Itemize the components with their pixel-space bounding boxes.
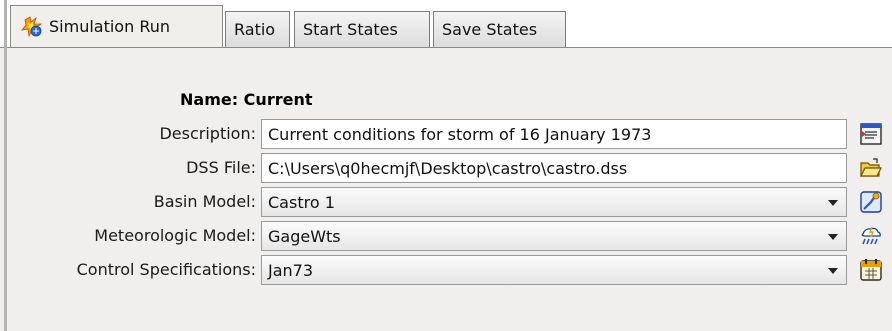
meteorologic-model-select[interactable]: GageWts bbox=[261, 221, 847, 251]
tab-strip: Simulation Run Ratio Start States Save S… bbox=[10, 5, 892, 47]
tab-ratio[interactable]: Ratio bbox=[225, 11, 290, 47]
tab-label: Start States bbox=[303, 20, 398, 39]
meteorologic-model-button[interactable] bbox=[858, 223, 883, 248]
control-specifications-label: Control Specifications: bbox=[76, 260, 256, 279]
browse-dss-file-button[interactable] bbox=[858, 155, 883, 180]
tab-label: Ratio bbox=[234, 20, 276, 39]
dss-file-label: DSS File: bbox=[186, 158, 256, 177]
description-label: Description: bbox=[159, 124, 256, 143]
chevron-down-icon bbox=[828, 268, 838, 274]
meteorologic-model-value: GageWts bbox=[268, 226, 341, 246]
basin-model-icon bbox=[859, 190, 882, 213]
simulation-run-editor: Simulation Run Ratio Start States Save S… bbox=[0, 0, 892, 331]
tab-label: Save States bbox=[442, 20, 538, 39]
simulation-name: Name: Current bbox=[180, 90, 313, 109]
tab-label: Simulation Run bbox=[49, 17, 170, 36]
chevron-down-icon bbox=[828, 234, 838, 240]
description-field[interactable]: Current conditions for storm of 16 Janua… bbox=[261, 119, 847, 149]
basin-model-label: Basin Model: bbox=[153, 192, 256, 211]
simulation-run-icon bbox=[21, 15, 43, 38]
tab-save-states[interactable]: Save States bbox=[433, 11, 566, 47]
control-specifications-button[interactable] bbox=[858, 257, 883, 282]
control-specifications-value: Jan73 bbox=[268, 260, 314, 280]
control-specifications-select[interactable]: Jan73 bbox=[261, 255, 847, 285]
tab-simulation-run[interactable]: Simulation Run bbox=[10, 5, 223, 47]
calendar-icon bbox=[859, 258, 882, 281]
tab-start-states[interactable]: Start States bbox=[294, 11, 430, 47]
open-folder-icon bbox=[859, 157, 882, 177]
meteorologic-model-label: Meteorologic Model: bbox=[94, 226, 256, 245]
dss-file-field[interactable]: C:\Users\q0hecmjf\Desktop\castro\castro.… bbox=[261, 153, 847, 183]
basin-model-value: Castro 1 bbox=[268, 192, 335, 212]
basin-model-button[interactable] bbox=[858, 189, 883, 214]
basin-model-select[interactable]: Castro 1 bbox=[261, 187, 847, 217]
edit-description-icon bbox=[859, 122, 882, 145]
edit-description-button[interactable] bbox=[858, 121, 883, 146]
meteorologic-model-icon bbox=[861, 226, 881, 244]
panel-left-border bbox=[4, 0, 7, 331]
chevron-down-icon bbox=[828, 200, 838, 206]
